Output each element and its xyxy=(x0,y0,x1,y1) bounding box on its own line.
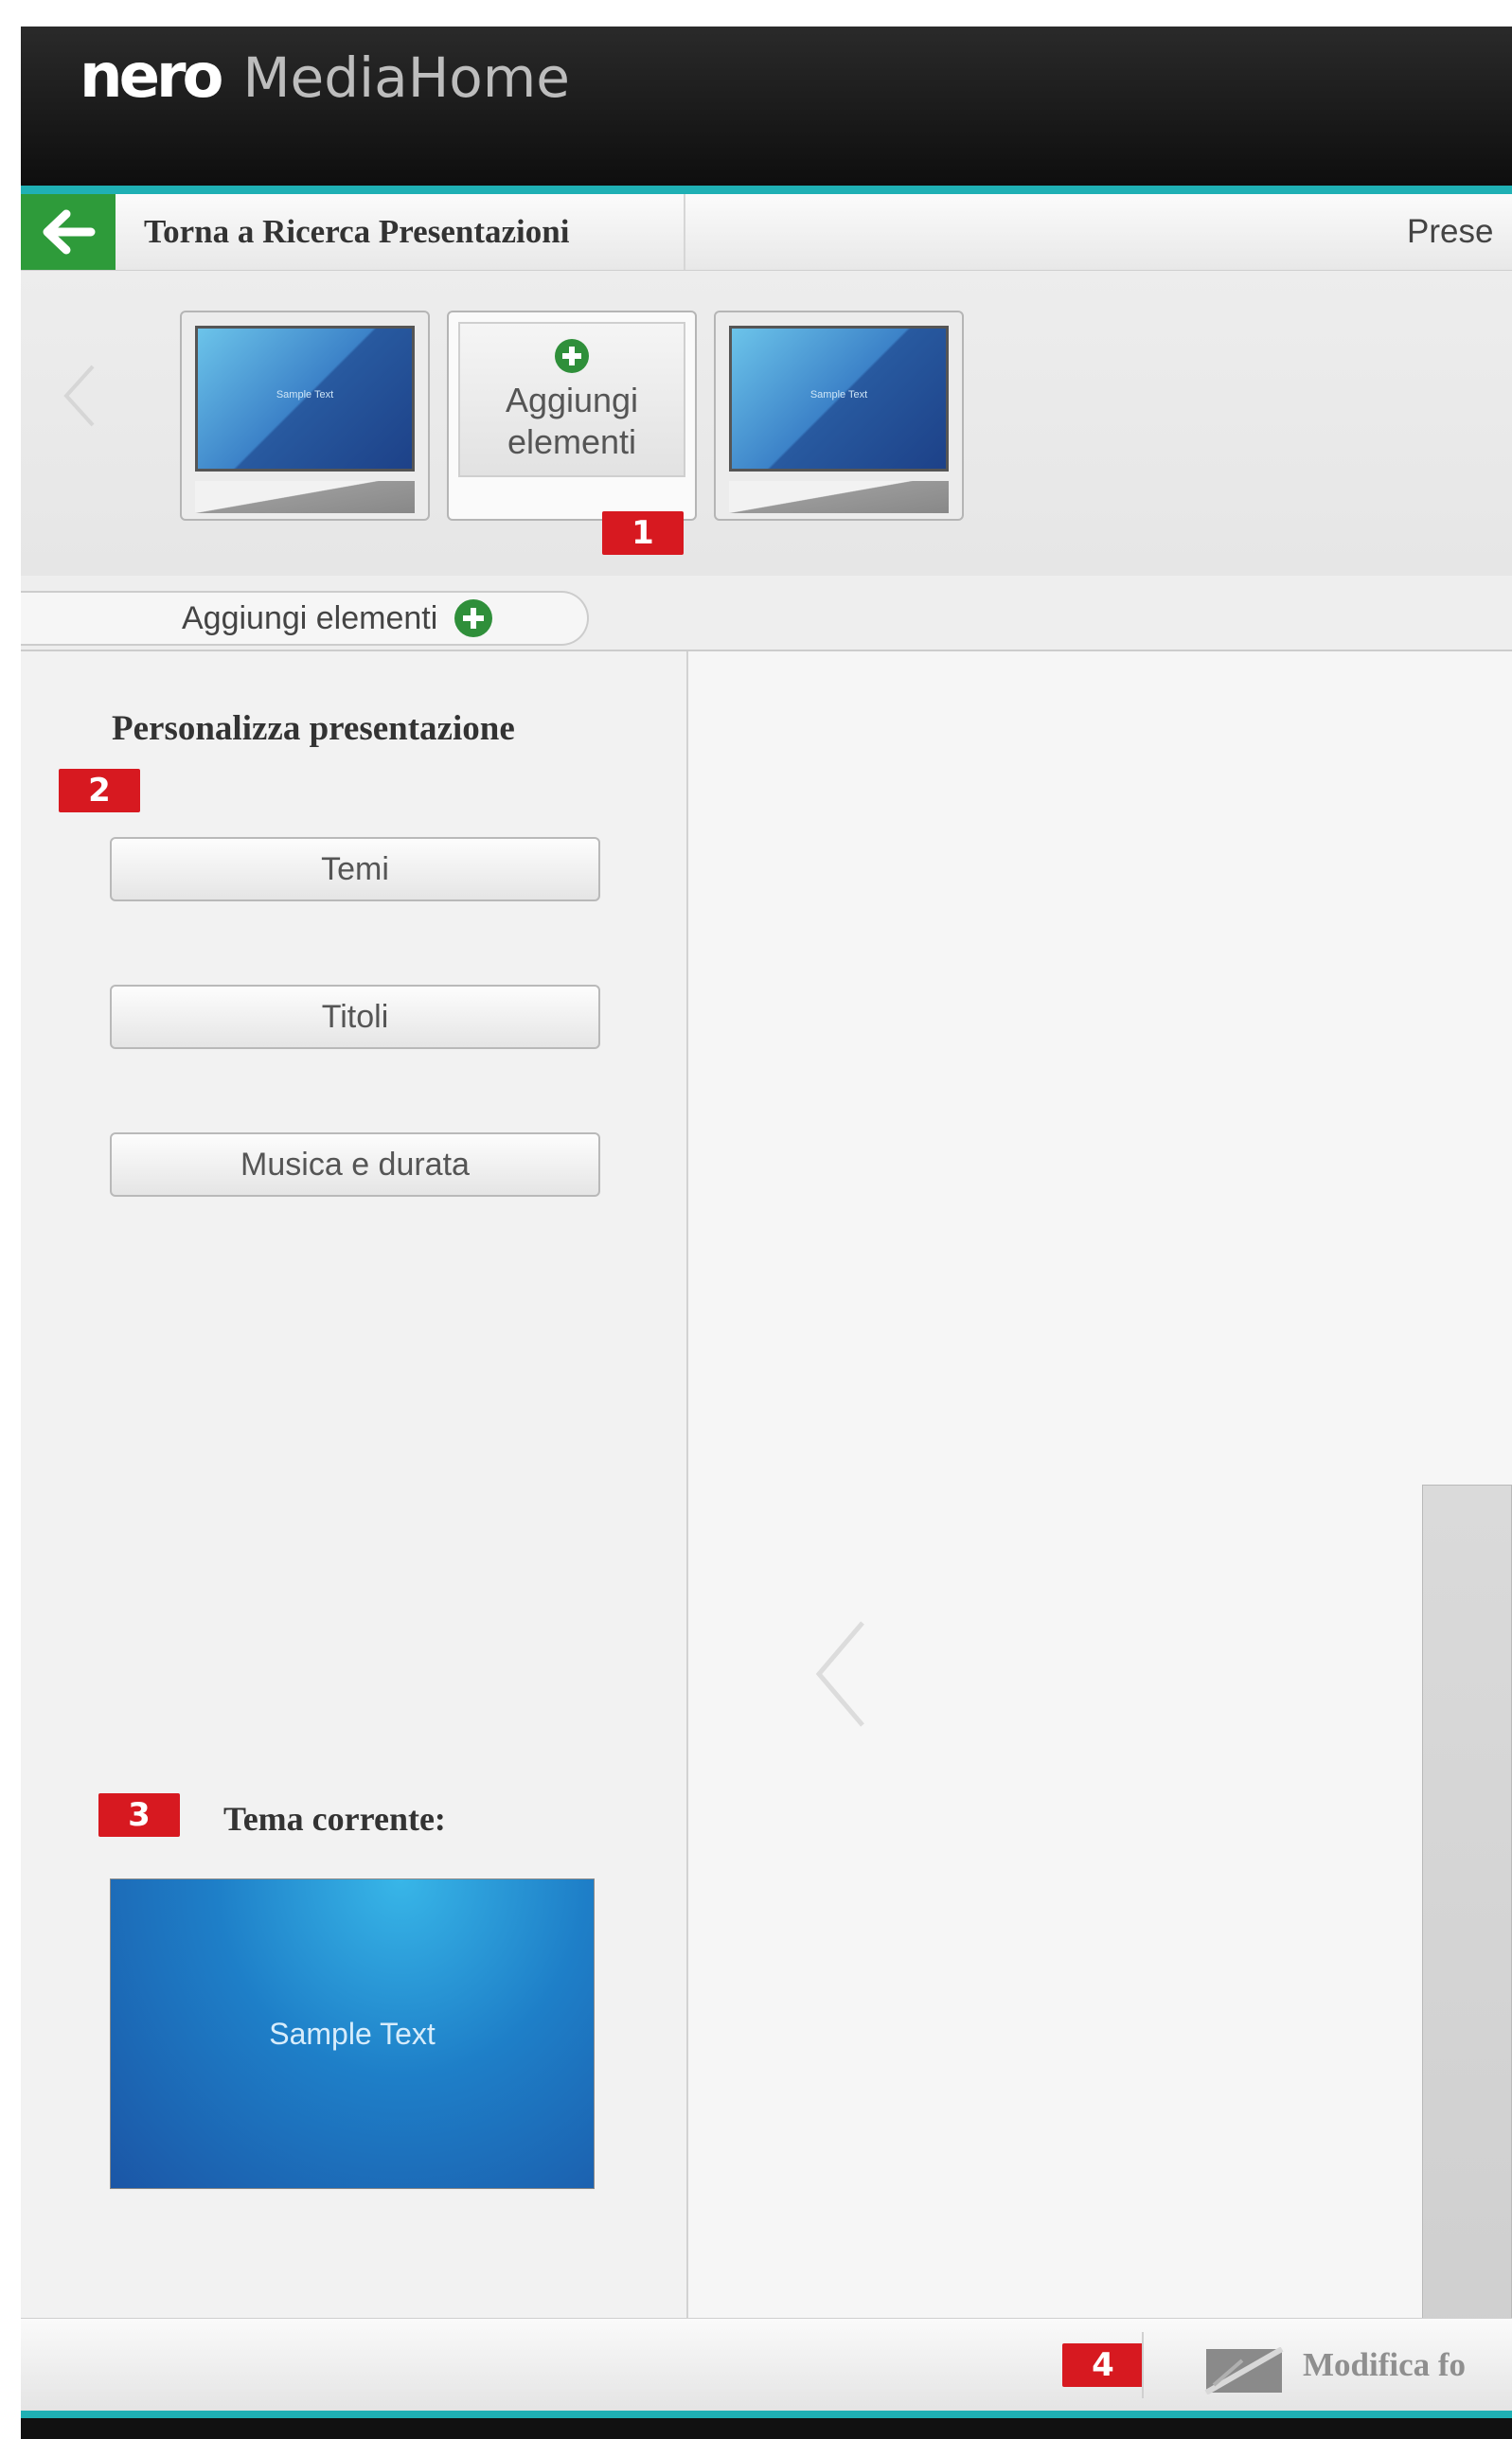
themes-button[interactable]: Temi xyxy=(110,837,600,901)
app-window: nero MediaHome Torna a Ricerca Presentaz… xyxy=(21,27,1512,2439)
callout-badge-2: 2 xyxy=(59,769,140,812)
bottom-toolbar: 4 Modifica fo xyxy=(21,2318,1512,2412)
slide-preview: Sample Text xyxy=(729,326,949,472)
add-plus-icon xyxy=(555,339,589,373)
add-plus-icon xyxy=(454,599,493,637)
back-arrow-icon xyxy=(43,209,96,255)
add-items-tab-label: Aggiungi elementi xyxy=(182,599,438,636)
accent-divider-bottom xyxy=(21,2411,1512,2418)
current-theme-label: Tema corrente: xyxy=(223,1800,446,1838)
slide-thumbnail[interactable]: Sample Text xyxy=(714,311,964,521)
brand-nero: nero xyxy=(80,42,223,112)
toolbar-divider xyxy=(1142,2332,1144,2398)
sidebar-title: Personalizza presentazione xyxy=(112,709,515,748)
footer-bar xyxy=(21,2418,1512,2439)
sidebar: Personalizza presentazione 2 Temi Titoli… xyxy=(21,651,688,2318)
accent-divider-top xyxy=(21,186,1512,194)
left-arrow-icon[interactable] xyxy=(61,363,98,429)
callout-badge-1: 1 xyxy=(602,511,684,555)
edit-photo-button[interactable]: Modifica fo xyxy=(1303,2319,1466,2412)
add-items-label: Aggiungi elementi xyxy=(505,381,639,461)
current-theme-preview[interactable]: Sample Text xyxy=(110,1878,595,2189)
page-title: Prese xyxy=(1407,213,1494,250)
slide-preview: Sample Text xyxy=(195,326,415,472)
preview-area xyxy=(688,651,1512,2439)
back-link[interactable]: Torna a Ricerca Presentazioni xyxy=(116,194,685,270)
slide-preview-panel xyxy=(1422,1485,1512,2439)
title-bar: nero MediaHome xyxy=(21,27,1512,186)
slide-thumbnail[interactable]: Sample Text xyxy=(180,311,430,521)
titles-button[interactable]: Titoli xyxy=(110,985,600,1049)
slide-strip: Sample Text Aggiungi elementi Sample Tex… xyxy=(21,271,1512,576)
edit-photo-icon xyxy=(1204,2347,1284,2394)
music-duration-button[interactable]: Musica e durata xyxy=(110,1132,600,1197)
brand-product: MediaHome xyxy=(242,45,570,110)
navigation-bar: Torna a Ricerca Presentazioni Prese xyxy=(21,194,1512,271)
callout-badge-4: 4 xyxy=(1062,2343,1144,2387)
tab-row: Aggiungi elementi xyxy=(21,576,1512,651)
left-arrow-icon[interactable] xyxy=(811,1617,868,1731)
callout-badge-3: 3 xyxy=(98,1793,180,1837)
back-button[interactable] xyxy=(21,194,116,270)
theme-sample-text: Sample Text xyxy=(269,2016,436,2051)
add-items-tile[interactable]: Aggiungi elementi xyxy=(447,311,697,521)
app-logo: nero MediaHome xyxy=(80,42,570,112)
add-items-tab[interactable]: Aggiungi elementi xyxy=(21,591,589,646)
